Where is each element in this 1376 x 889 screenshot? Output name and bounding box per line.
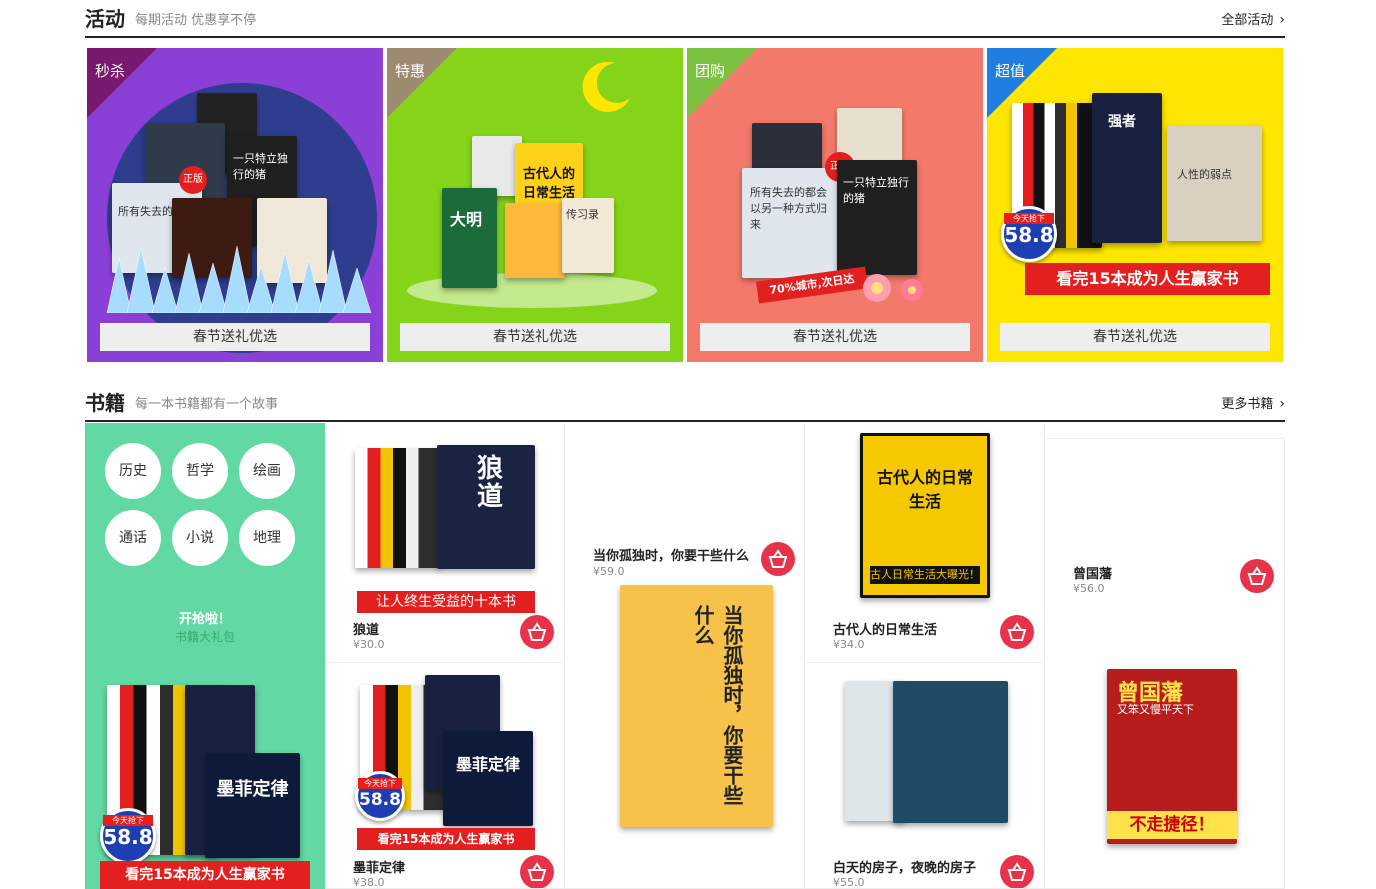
more-books-label: 更多书籍	[1221, 397, 1274, 412]
card-tag: 超值	[995, 62, 1026, 80]
card-tag: 团购	[695, 62, 726, 80]
promo-subtitle: 书籍大礼包	[174, 630, 235, 644]
add-to-cart-button[interactable]	[520, 855, 554, 888]
snow-trees	[106, 245, 372, 313]
book-item[interactable]: 曾国藩 ¥56.0 曾国藩 又笨又慢平天下 不走捷径！	[1045, 438, 1285, 889]
book-cover-murphy: 墨菲定律	[205, 753, 300, 858]
book-title: 曾国藩	[1073, 567, 1113, 582]
book-title: 狼道	[353, 623, 380, 638]
category-geography[interactable]: 地理	[239, 510, 295, 566]
promo-banner: 看完15本成为人生赢家书	[100, 861, 310, 889]
book-cover-wolf: 狼道	[437, 445, 535, 569]
card-tag: 特惠	[395, 62, 426, 80]
book-price: ¥59.0	[593, 565, 625, 578]
add-to-cart-button[interactable]	[520, 615, 554, 649]
authentic-seal: 正版	[179, 166, 207, 194]
chevron-right-icon: ›	[1279, 12, 1285, 28]
category-history[interactable]: 历史	[105, 443, 161, 499]
book-spines	[355, 448, 440, 568]
book-title: 白天的房子，夜晚的房子	[833, 861, 977, 876]
book-cover-strong: 强者	[1092, 93, 1162, 243]
book-cover	[505, 203, 565, 278]
cover-subtitle: 又笨又慢平天下	[1117, 703, 1194, 716]
book-cover-daming: 大明	[442, 188, 497, 288]
book-cover-pig: 一只特立独行的猪	[837, 160, 917, 275]
book-price: ¥34.0	[833, 638, 865, 651]
add-to-cart-button[interactable]	[1240, 559, 1274, 593]
flower-icon	[863, 274, 923, 302]
book-item[interactable]: 当你孤独时，你要干些什么 ¥59.0 当你孤独时，你要干些什么	[565, 423, 805, 889]
book-price: ¥56.0	[1073, 582, 1105, 595]
moon-icon	[582, 61, 630, 112]
activity-card-flash-sale[interactable]: 秒杀 一只特立独行的猪 所有失去的 正版 春节送礼优选	[87, 48, 383, 362]
promo-banner: 看完15本成为人生赢家书	[1025, 263, 1270, 295]
card-tag: 秒杀	[95, 62, 126, 80]
book-item[interactable]: 墨菲定律 今天抢下 58.8 看完15本成为人生赢家书 墨菲定律 ¥38.0	[325, 663, 565, 889]
category-painting[interactable]: 绘画	[239, 443, 295, 499]
activity-card-great-value[interactable]: 超值 强者 人性的弱点 今天抢下 58.8 看完15本成为人生赢家书 春节送礼优…	[987, 48, 1283, 362]
book-item[interactable]: 古代人的日常生活 古人日常生活大曝光！ 古代人的日常生活 ¥34.0	[805, 423, 1045, 663]
category-panel: 历史 哲学 绘画 通话 小说 地理 开抢啦！ 书籍大礼包 墨菲定律 今天抢下 5…	[85, 423, 325, 889]
activity-subtitle: 每期活动 优惠享不停	[135, 13, 257, 28]
activity-card-group-buy[interactable]: 团购 所有失去的都会以另一种方式归来 正版 一只特立独行的猪 70%城市,次日达…	[687, 48, 983, 362]
book-title: 古代人的日常生活	[833, 623, 938, 638]
add-to-cart-button[interactable]	[761, 542, 795, 576]
add-to-cart-button[interactable]	[1000, 615, 1034, 649]
price-badge: 今天抢下 58.8	[1001, 206, 1057, 262]
books-title: 书籍	[85, 391, 125, 415]
books-subtitle: 每一本书籍都有一个故事	[135, 397, 279, 412]
more-books-link[interactable]: 更多书籍 ›	[1221, 393, 1285, 412]
activity-header: 活动 每期活动 优惠享不停 全部活动 ›	[85, 0, 1285, 38]
activity-button[interactable]: 春节送礼优选	[1000, 323, 1270, 351]
book-banner: 让人终生受益的十本书	[357, 591, 535, 613]
book-banner: 看完15本成为人生赢家书	[357, 828, 535, 850]
price-badge: 今天抢下 58.8	[100, 808, 156, 864]
price-badge: 今天抢下 58.8	[355, 771, 405, 821]
category-philosophy[interactable]: 哲学	[172, 443, 228, 499]
book-price: ¥55.0	[833, 876, 865, 889]
cover-band: 不走捷径！	[1107, 811, 1237, 839]
category-fairy-tale[interactable]: 通话	[105, 510, 161, 566]
book-price: ¥38.0	[353, 876, 385, 889]
category-novel[interactable]: 小说	[172, 510, 228, 566]
basket-icon	[768, 549, 788, 568]
activity-button[interactable]: 春节送礼优选	[400, 323, 670, 351]
book-item[interactable]: 白天的房子，夜晚的房子 ¥55.0	[805, 663, 1045, 889]
activity-title: 活动	[85, 7, 125, 31]
all-activities-label: 全部活动	[1221, 13, 1274, 28]
activity-card-special-offer[interactable]: 特惠 大明 古代人的日常生活 传习录 春节送礼优选	[387, 48, 683, 362]
book-cover-murphy: 墨菲定律	[443, 731, 533, 826]
activity-button[interactable]: 春节送礼优选	[700, 323, 970, 351]
book-title: 当你孤独时，你要干些什么	[593, 549, 750, 564]
cover-band: 古人日常生活大曝光！	[870, 566, 980, 584]
book-cover-lost: 所有失去的都会以另一种方式归来	[742, 168, 837, 278]
basket-icon	[1007, 622, 1027, 641]
promo-title: 开抢啦！	[178, 612, 231, 627]
book-price: ¥30.0	[353, 638, 385, 651]
corner-ribbon	[87, 48, 157, 118]
activity-button[interactable]: 春节送礼优选	[100, 323, 370, 351]
add-to-cart-button[interactable]	[1000, 855, 1034, 888]
basket-icon	[527, 622, 547, 641]
basket-icon	[1247, 566, 1267, 585]
book-cover-chuanxilu: 传习录	[562, 198, 614, 273]
book-cover	[893, 681, 1008, 823]
book-item[interactable]: 狼道 让人终生受益的十本书 狼道 ¥30.0	[325, 423, 565, 663]
book-cover-lonely: 当你孤独时，你要干些什么	[620, 585, 773, 827]
corner-ribbon	[387, 48, 457, 118]
all-activities-link[interactable]: 全部活动 ›	[1221, 9, 1285, 28]
books-header: 书籍 每一本书籍都有一个故事 更多书籍 ›	[85, 384, 1285, 422]
basket-icon	[527, 862, 547, 881]
book-cover-human-nature: 人性的弱点	[1167, 126, 1262, 241]
basket-icon	[1007, 862, 1027, 881]
corner-ribbon	[687, 48, 757, 118]
book-title: 墨菲定律	[353, 861, 406, 876]
chevron-right-icon: ›	[1279, 396, 1285, 412]
